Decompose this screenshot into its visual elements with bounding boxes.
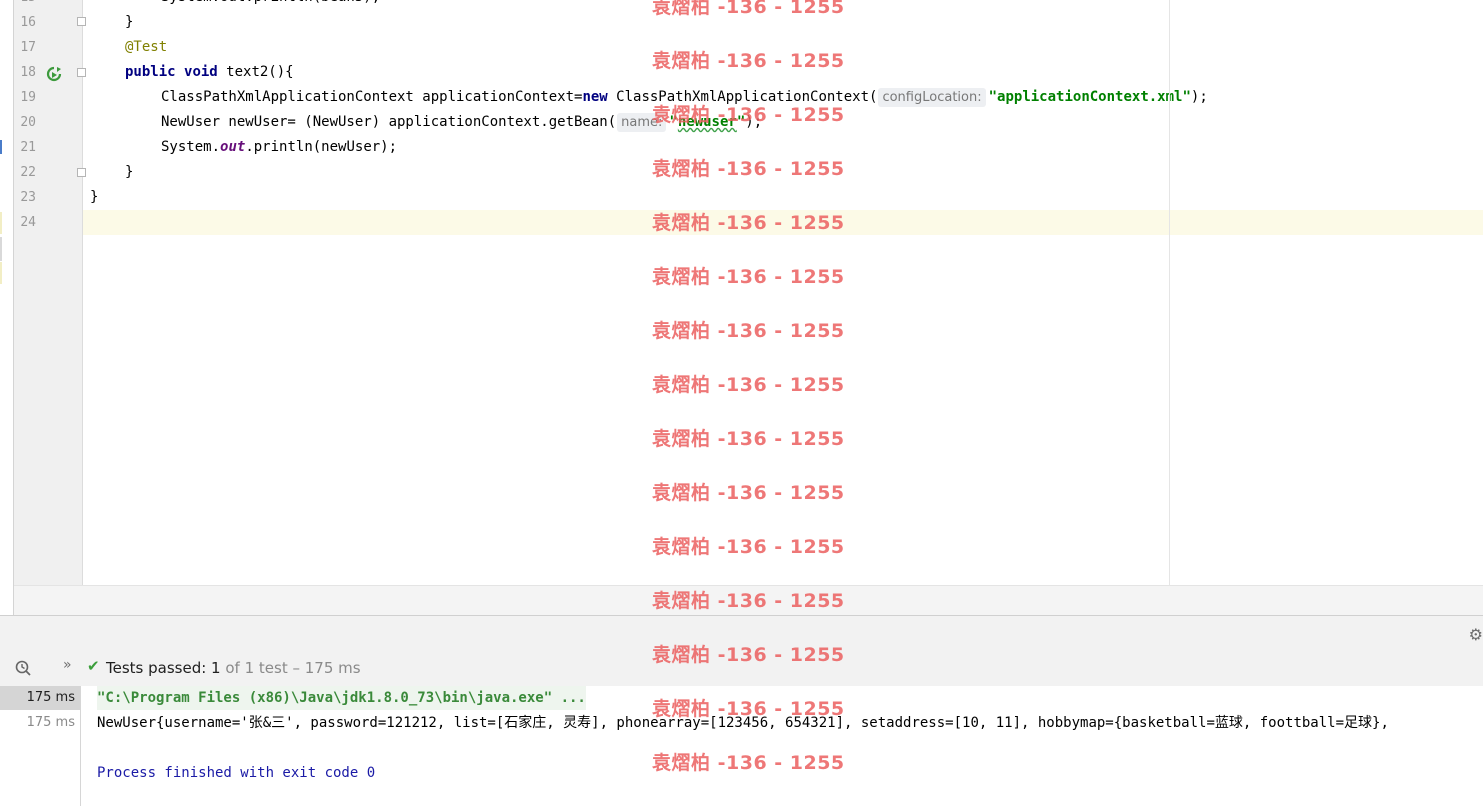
test-status: Tests passed: 1 of 1 test – 175 ms (106, 659, 361, 677)
watermark-text: 袁熠柏 -136 - 1255 (652, 0, 845, 18)
watermark-text: 袁熠柏 -136 - 1255 (652, 482, 845, 504)
code-line-17-annotation: @Test (125, 39, 168, 55)
gear-icon[interactable]: ⚙ (1469, 625, 1483, 644)
watermark-text: 袁熠柏 -136 - 1255 (652, 428, 845, 450)
code-line-15: System.out.println(bean5); (161, 0, 380, 10)
line-number: 20 (20, 115, 36, 130)
line-number: 15 (14, 0, 36, 10)
static-field: out (220, 139, 246, 155)
change-marker (0, 212, 2, 234)
code-line-16: } (125, 14, 134, 30)
watermark-text: 袁熠柏 -136 - 1255 (652, 104, 845, 126)
duration-row[interactable]: 175 ms (0, 686, 80, 710)
watermark-text: 袁熠柏 -136 - 1255 (652, 374, 845, 396)
change-marker (0, 140, 2, 154)
line-number: 21 (20, 140, 36, 155)
line-number: 22 (20, 165, 36, 180)
line-number: 24 (20, 215, 36, 230)
code-text: ); (1190, 89, 1208, 105)
code-text: NewUser newUser= (NewUser) applicationCo… (161, 114, 617, 130)
watermark-text: 袁熠柏 -136 - 1255 (652, 536, 845, 558)
test-duration-column: 175 ms 175 ms (0, 686, 81, 806)
watermark-text: 袁熠柏 -136 - 1255 (652, 320, 845, 342)
line-number: 19 (20, 90, 36, 105)
code-line-18: public void text2(){ (125, 60, 294, 85)
code-text: .println(newUser); (245, 139, 398, 155)
code-line-22: } (125, 164, 134, 180)
keyword-void: void (184, 64, 218, 80)
keyword-public: public (125, 64, 176, 80)
left-tool-strip[interactable] (0, 0, 14, 615)
code-text: System. (161, 139, 221, 155)
fold-marker[interactable] (77, 168, 86, 177)
duration-value: 175 ms (26, 690, 75, 705)
status-count: 1 (211, 659, 221, 677)
watermark-text: 袁熠柏 -136 - 1255 (652, 698, 845, 720)
fold-marker[interactable] (77, 17, 86, 26)
code-text: ClassPathXmlApplicationContext applicati… (161, 89, 583, 105)
line-number: 18 (20, 65, 36, 80)
right-margin-guide (1169, 0, 1170, 585)
string-literal: "applicationContext.xml" (988, 89, 1191, 105)
watermark-text: 袁熠柏 -136 - 1255 (652, 50, 845, 72)
code-line-21: System.out.println(newUser); (161, 135, 397, 160)
fold-marker[interactable] (77, 68, 86, 77)
console-command-line[interactable]: "C:\Program Files (x86)\Java\jdk1.8.0_73… (97, 686, 586, 710)
expand-chevron-icon[interactable]: » (63, 657, 72, 673)
test-history-icon[interactable] (15, 660, 31, 676)
watermark-text: 袁熠柏 -136 - 1255 (652, 158, 845, 180)
code-line-23: } (90, 189, 99, 205)
watermark-text: 袁熠柏 -136 - 1255 (652, 266, 845, 288)
method-signature: text2(){ (217, 64, 294, 80)
keyword-new: new (582, 89, 608, 105)
run-test-icon[interactable] (46, 66, 62, 82)
console-exit-line: Process finished with exit code 0 (97, 765, 376, 781)
change-marker (0, 237, 2, 261)
status-label: Tests passed: (106, 659, 212, 677)
line-number: 23 (20, 190, 36, 205)
change-marker (0, 262, 2, 284)
line-number: 17 (20, 40, 36, 55)
status-detail: of 1 test – 175 ms (220, 659, 361, 677)
line-number: 16 (20, 15, 36, 30)
watermark-text: 袁熠柏 -136 - 1255 (652, 752, 845, 774)
watermark-text: 袁熠柏 -136 - 1255 (652, 212, 845, 234)
duration-row[interactable]: 175 ms (0, 711, 80, 735)
watermark-text: 袁熠柏 -136 - 1255 (652, 590, 845, 612)
parameter-hint: configLocation: (878, 88, 986, 107)
duration-value: 175 ms (26, 715, 75, 730)
watermark-text: 袁熠柏 -136 - 1255 (652, 644, 845, 666)
check-icon: ✔ (87, 657, 100, 675)
